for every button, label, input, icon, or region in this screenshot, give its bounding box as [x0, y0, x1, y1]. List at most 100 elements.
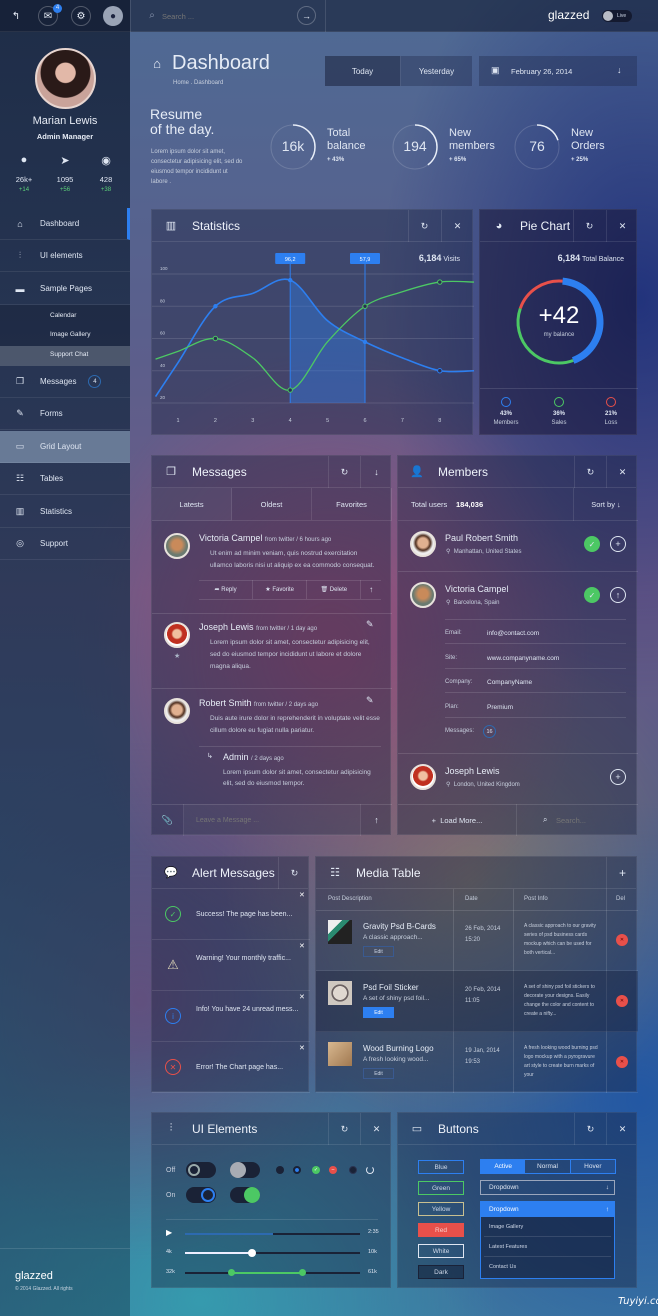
sidebar-item-grid-layout[interactable]: ▭ Grid Layout — [0, 431, 130, 463]
edit-button[interactable]: Edit — [363, 946, 394, 957]
close-icon[interactable]: ✕ — [299, 942, 305, 950]
scroll-up-button[interactable]: ↑ — [361, 580, 381, 599]
slider-range[interactable] — [185, 1269, 360, 1276]
sidebar-item-dashboard[interactable]: ⌂ Dashboard — [0, 208, 130, 240]
close-button[interactable]: ✕ — [606, 456, 638, 488]
live-toggle[interactable]: Live — [602, 10, 632, 22]
data-point[interactable] — [213, 304, 218, 309]
sidebar-item-support[interactable]: ◎ Support — [0, 528, 130, 560]
add-icon[interactable]: + — [610, 769, 626, 785]
data-point[interactable] — [437, 279, 443, 285]
avatar[interactable] — [164, 622, 190, 648]
tab-today[interactable]: Today — [325, 56, 400, 86]
dropdown-open-header[interactable]: Dropdown ↑ — [481, 1202, 614, 1217]
delete-icon[interactable]: ✕ — [616, 995, 628, 1007]
message-input[interactable] — [184, 804, 360, 836]
sidebar-item-sample-pages[interactable]: ▬ Sample Pages — [0, 273, 130, 305]
load-more-button[interactable]: + Load More... — [398, 804, 517, 836]
close-icon[interactable]: ✕ — [299, 1044, 305, 1052]
sidebar-item-tables[interactable]: ☷ Tables — [0, 463, 130, 495]
member-search-input[interactable] — [556, 808, 631, 832]
detail-value[interactable]: info@contact.com — [487, 630, 539, 637]
dropdown-item[interactable]: Contact Us — [484, 1257, 611, 1277]
play-icon[interactable]: ▶ — [166, 1228, 172, 1237]
submenu-item-calendar[interactable]: Calendar — [50, 312, 76, 319]
member-name[interactable]: Joseph Lewis — [445, 766, 500, 776]
tab-yesterday[interactable]: Yesterday — [400, 56, 472, 86]
submenu-item-image-gallery[interactable]: Image Gallery — [50, 331, 90, 338]
column-header[interactable]: Del — [616, 896, 625, 902]
user-icon[interactable]: ● — [103, 6, 123, 26]
data-point[interactable] — [362, 303, 368, 309]
search-input[interactable] — [162, 8, 292, 24]
edit-button[interactable]: Edit — [363, 1007, 394, 1018]
sidebar-item-messages[interactable]: ❐ Messages 4 — [0, 366, 130, 398]
dropdown-item[interactable]: Latest Features — [484, 1237, 611, 1257]
search-submit-arrow-icon[interactable]: → — [297, 6, 316, 25]
refresh-button[interactable]: ↻ — [278, 857, 310, 889]
toggle-off-2[interactable] — [230, 1162, 260, 1178]
member-name[interactable]: Victoria Campel — [445, 584, 508, 594]
button-dark[interactable]: Dark — [418, 1265, 464, 1279]
member-name[interactable]: Paul Robert Smith — [445, 533, 518, 543]
toggle-on[interactable] — [186, 1187, 216, 1203]
close-button[interactable]: ✕ — [360, 1113, 392, 1145]
add-button[interactable]: + — [606, 857, 638, 889]
button-white[interactable]: White — [418, 1244, 464, 1258]
data-point[interactable] — [437, 368, 443, 374]
send-button[interactable]: ↑ — [360, 804, 392, 836]
player-track[interactable] — [185, 1233, 360, 1235]
delete-icon[interactable]: ✕ — [616, 934, 628, 946]
button-blue[interactable]: Blue — [418, 1160, 464, 1174]
reply-button[interactable]: ➦ Reply — [199, 580, 254, 599]
delete-button[interactable]: 🗑 Delete — [307, 580, 362, 599]
message-author[interactable]: Joseph Lewis — [199, 622, 254, 632]
tab-oldest[interactable]: Oldest — [232, 488, 312, 521]
radio-selected[interactable] — [293, 1166, 301, 1174]
sort-by-dropdown[interactable]: Sort by ↓ — [573, 488, 638, 521]
segment-normal[interactable]: Normal — [525, 1160, 569, 1173]
segment-hover[interactable]: Hover — [569, 1160, 615, 1173]
checkbox-minus-icon[interactable]: – — [329, 1166, 337, 1174]
toggle-off[interactable] — [186, 1162, 216, 1178]
avatar[interactable] — [164, 698, 190, 724]
delete-icon[interactable]: ✕ — [616, 1056, 628, 1068]
radio-disabled[interactable] — [349, 1166, 357, 1174]
edit-icon[interactable]: ✎ — [366, 695, 374, 706]
tab-latests[interactable]: Latests — [152, 488, 232, 521]
data-point[interactable] — [287, 387, 293, 393]
star-icon[interactable]: ★ — [174, 652, 180, 660]
refresh-button[interactable]: ↻ — [328, 456, 360, 488]
favorite-button[interactable]: ★ Favorite — [253, 580, 308, 599]
button-yellow[interactable]: Yellow — [418, 1202, 464, 1216]
radio-empty[interactable] — [276, 1166, 284, 1174]
edit-icon[interactable]: ✎ — [366, 619, 374, 630]
avatar[interactable] — [410, 764, 436, 790]
close-button[interactable]: ✕ — [606, 1113, 638, 1145]
approve-check-icon[interactable]: ✓ — [584, 587, 600, 603]
button-green[interactable]: Green — [418, 1181, 464, 1195]
data-point[interactable] — [212, 335, 219, 342]
data-point[interactable] — [288, 277, 293, 283]
close-icon[interactable]: ✕ — [299, 993, 305, 1001]
attach-icon[interactable]: 📎 — [152, 804, 184, 836]
add-icon[interactable]: + — [610, 536, 626, 552]
refresh-button[interactable]: ↻ — [328, 1113, 360, 1145]
download-button[interactable]: ↓ — [360, 456, 392, 488]
avatar[interactable] — [410, 582, 436, 608]
message-author[interactable]: Robert Smith — [199, 698, 252, 708]
column-header[interactable]: Post Info — [524, 896, 548, 902]
data-point[interactable] — [362, 339, 368, 345]
dropdown-item[interactable]: Image Gallery — [484, 1217, 611, 1237]
gear-icon[interactable]: ⚙ — [71, 6, 91, 26]
back-icon[interactable]: ↰ — [6, 6, 26, 26]
close-icon[interactable]: ✕ — [299, 891, 305, 899]
breadcrumb[interactable]: Home . Dashboard — [173, 80, 223, 86]
toggle-on-2[interactable] — [230, 1187, 260, 1203]
sidebar-item-forms[interactable]: ✎ Forms — [0, 398, 130, 430]
column-header[interactable]: Post Description — [328, 896, 372, 902]
refresh-button[interactable]: ↻ — [574, 456, 606, 488]
segment-active[interactable]: Active — [481, 1160, 526, 1173]
submenu-item-support-chat[interactable]: Support Chat — [50, 351, 88, 358]
detail-value[interactable]: www.companyname.com — [487, 655, 559, 662]
